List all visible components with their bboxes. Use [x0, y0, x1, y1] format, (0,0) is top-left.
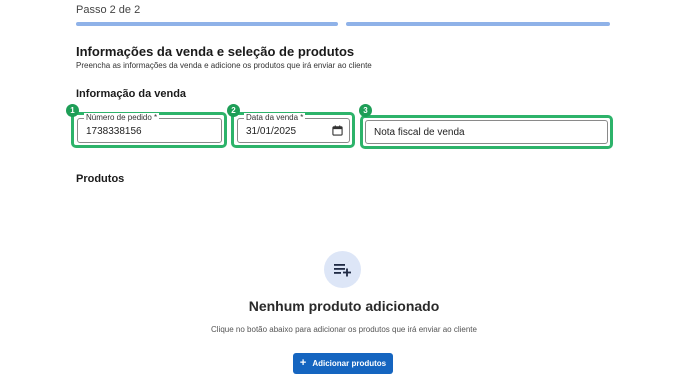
page-title: Informações da venda e seleção de produt… [76, 44, 355, 59]
order-number-field[interactable]: Número de pedido * 1738338156 [77, 113, 222, 143]
add-products-label: Adicionar produtos [312, 359, 387, 368]
sale-date-label: Data da venda * [244, 113, 306, 123]
annotation-badge-2: 2 [227, 104, 240, 117]
sale-date-field[interactable]: Data da venda * 31/01/2025 [237, 113, 350, 143]
order-number-value: 1738338156 [86, 126, 142, 137]
empty-state-description: Clique no botão abaixo para adicionar os… [211, 325, 477, 334]
annotation-badge-3: 3 [359, 104, 372, 117]
invoice-value: Nota fiscal de venda [374, 127, 465, 138]
calendar-icon[interactable] [332, 125, 343, 136]
invoice-field[interactable]: Nota fiscal de venda [365, 120, 608, 144]
progress-segment-1 [76, 22, 338, 26]
page-subtitle: Preencha as informações da venda e adici… [76, 61, 372, 70]
sale-date-value: 31/01/2025 [246, 126, 297, 137]
empty-state-title: Nenhum produto adicionado [248, 298, 440, 314]
products-heading: Produtos [76, 173, 125, 185]
sale-info-heading: Informação da venda [76, 88, 187, 100]
add-products-button[interactable]: + Adicionar produtos [293, 353, 393, 374]
annotation-badge-1: 1 [66, 104, 79, 117]
playlist-add-icon [333, 263, 351, 276]
step-indicator: Passo 2 de 2 [76, 4, 141, 16]
plus-icon: + [299, 357, 307, 369]
page: Passo 2 de 2 Informações da venda e sele… [0, 0, 688, 387]
empty-state-icon-container [324, 251, 361, 288]
progress-segment-2 [346, 22, 610, 26]
order-number-label: Número de pedido * [84, 113, 160, 123]
